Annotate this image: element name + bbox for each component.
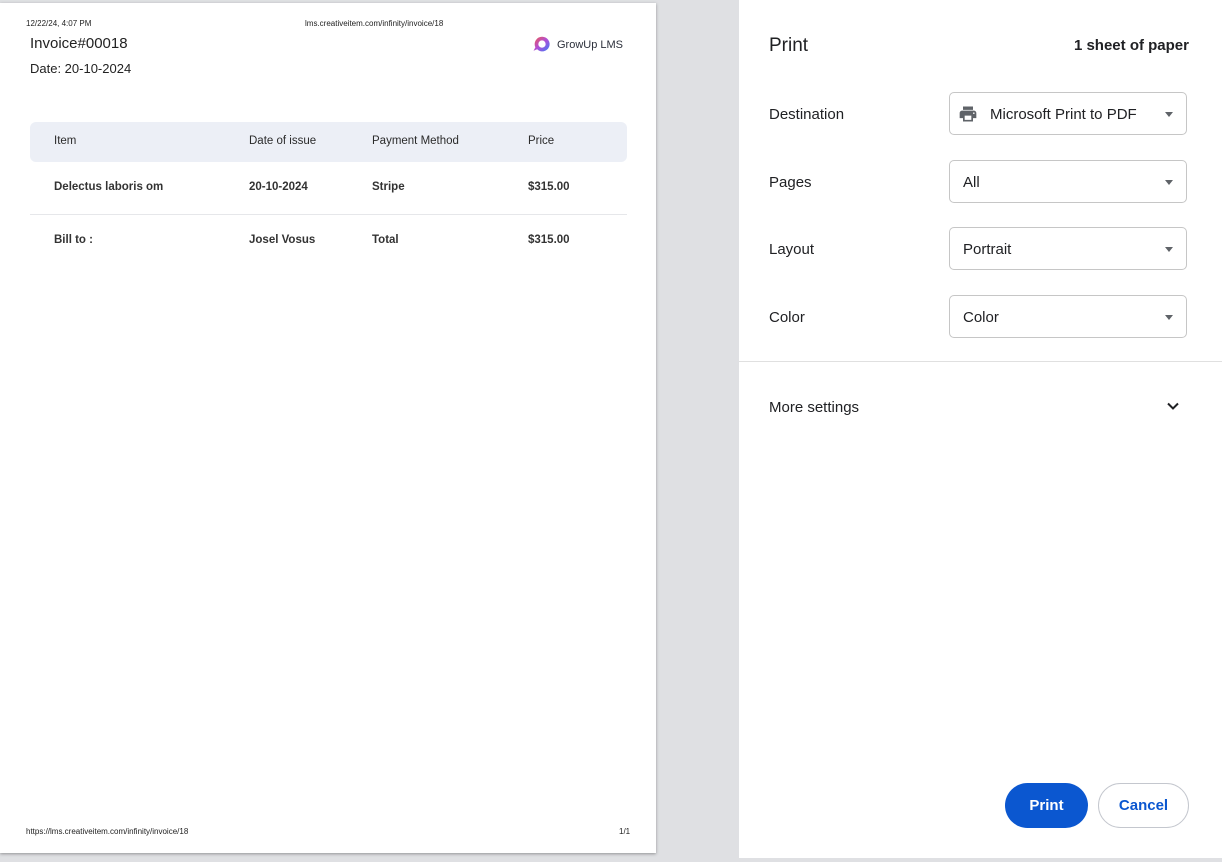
dropdown-caret-icon [1165, 315, 1173, 320]
dropdown-caret-icon [1165, 112, 1173, 117]
brand-name: GrowUp LMS [557, 39, 624, 51]
chevron-down-icon[interactable] [1165, 398, 1181, 414]
print-preview-page: 12/22/24, 4:07 PM lms.creativeitem.com/i… [0, 3, 656, 853]
page-footer-url: https://lms.creativeitem.com/infinity/in… [26, 827, 189, 836]
table-header: Item Date of issue Payment Method Price [30, 122, 627, 162]
dialog-title: Print [769, 35, 809, 56]
color-label: Color [769, 309, 805, 326]
pages-value: All [963, 174, 980, 191]
growup-logo-icon [533, 36, 550, 52]
sheet-count: 1 sheet of paper [1073, 37, 1189, 54]
destination-value: Microsoft Print to PDF [990, 106, 1137, 123]
table-cell: Bill to : [54, 234, 93, 246]
page-footer-number: 1/1 [619, 827, 631, 836]
layout-label: Layout [769, 241, 815, 258]
column-header: Date of issue [249, 135, 317, 147]
print-button[interactable]: Print [1005, 783, 1088, 828]
more-settings-toggle[interactable]: More settings [769, 399, 859, 416]
section-divider [739, 361, 1222, 362]
destination-label: Destination [769, 106, 845, 123]
table-cell: Stripe [372, 181, 405, 193]
color-value: Color [963, 309, 999, 326]
printer-icon [959, 106, 977, 122]
table-row: Delectus laboris om 20-10-2024 Stripe $3… [30, 162, 627, 215]
invoice-date: Date: 20-10-2024 [30, 61, 132, 76]
table-cell: Total [372, 234, 399, 246]
column-header: Payment Method [372, 135, 459, 147]
table-cell: Josel Vosus [249, 234, 316, 246]
invoice-title: Invoice#00018 [30, 35, 128, 52]
table-cell: 20-10-2024 [249, 181, 308, 193]
table-cell: $315.00 [528, 234, 570, 246]
table-cell: Delectus laboris om [54, 181, 164, 193]
print-settings-panel: Print 1 sheet of paper Destination Micro… [739, 0, 1222, 858]
destination-select[interactable]: Microsoft Print to PDF [949, 92, 1187, 135]
dropdown-caret-icon [1165, 247, 1173, 252]
pages-select[interactable]: All [949, 160, 1187, 203]
page-header-url: lms.creativeitem.com/infinity/invoice/18 [305, 19, 444, 28]
table-cell: $315.00 [528, 181, 570, 193]
column-header: Item [54, 135, 77, 147]
layout-select[interactable]: Portrait [949, 227, 1187, 270]
layout-value: Portrait [963, 241, 1012, 258]
brand-logo-block: GrowUp LMS [531, 34, 623, 56]
invoice-table: Item Date of issue Payment Method Price … [30, 122, 627, 267]
color-select[interactable]: Color [949, 295, 1187, 338]
page-header-datetime: 12/22/24, 4:07 PM [26, 19, 92, 28]
dropdown-caret-icon [1165, 180, 1173, 185]
cancel-button[interactable]: Cancel [1098, 783, 1189, 828]
pages-label: Pages [769, 174, 812, 191]
table-row: Bill to : Josel Vosus Total $315.00 [30, 215, 627, 267]
column-header: Price [528, 135, 555, 147]
